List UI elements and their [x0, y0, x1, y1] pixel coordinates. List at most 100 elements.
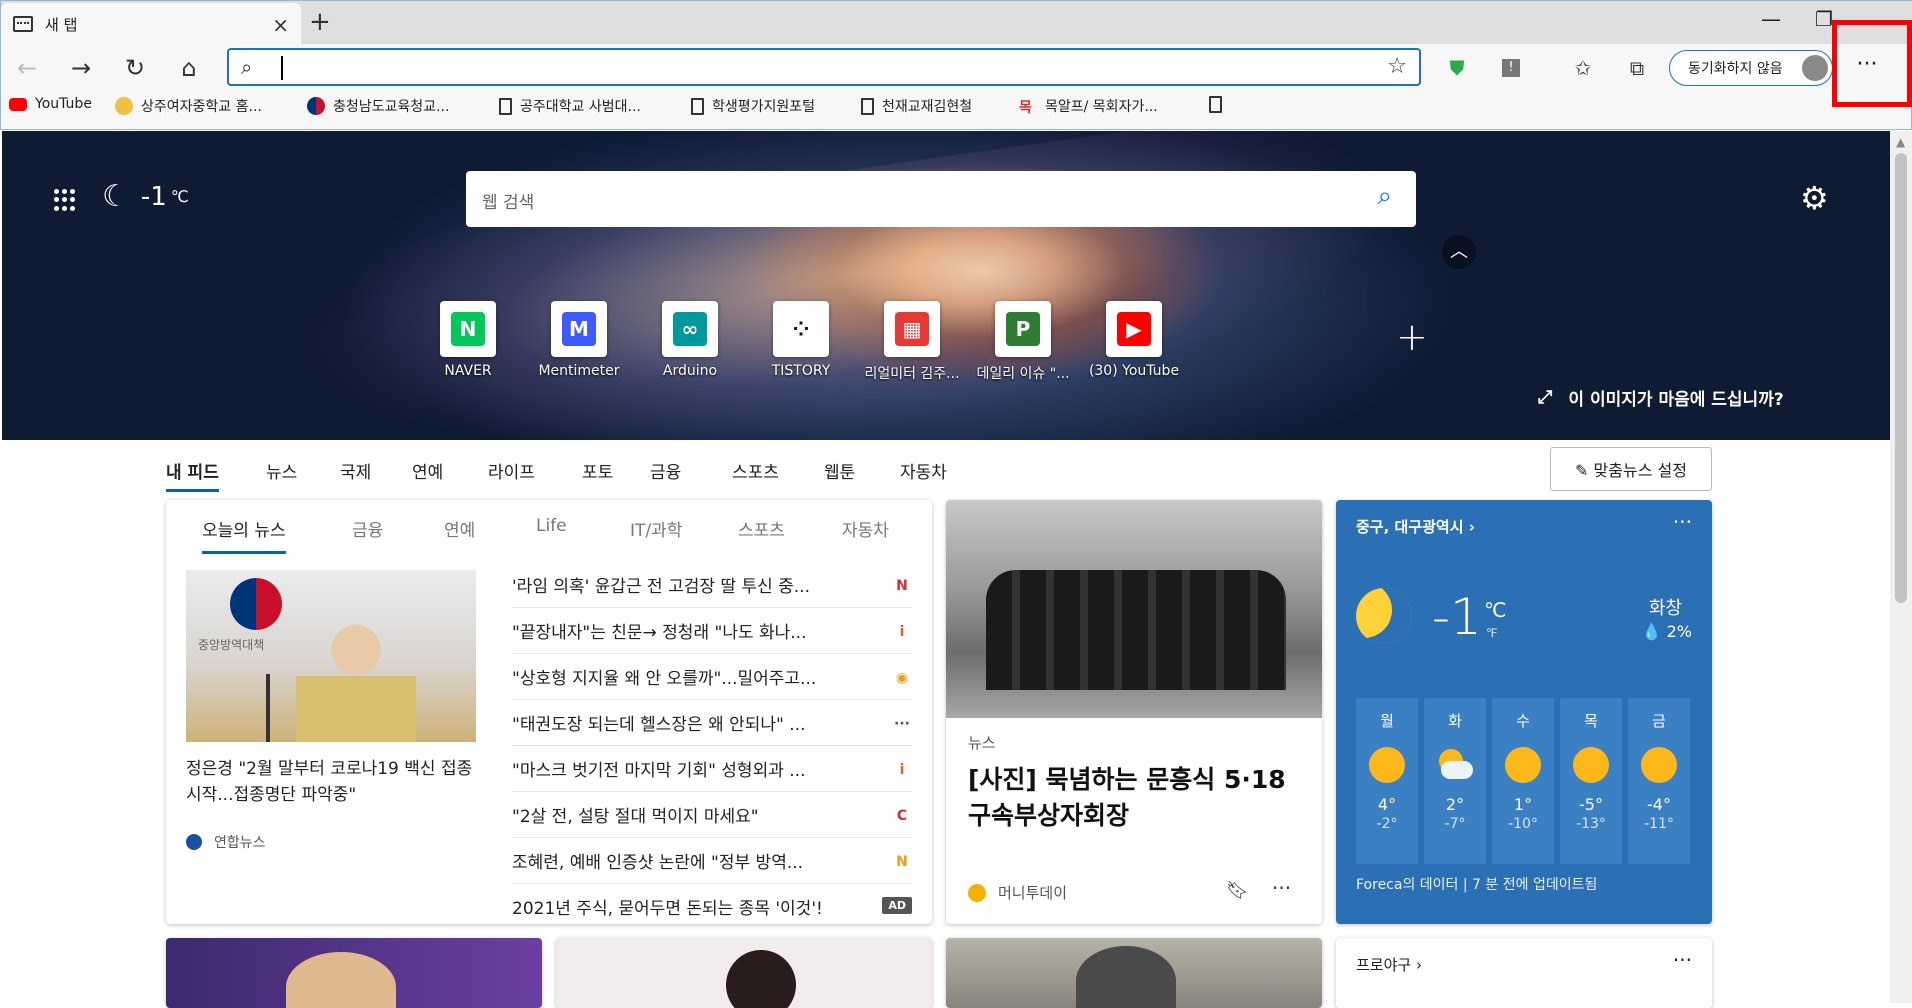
bookmark-item[interactable]: 공주대학교 사범대... — [499, 96, 641, 116]
feed-tab[interactable]: 금융 — [650, 458, 681, 483]
apps-grid-icon[interactable] — [54, 189, 76, 211]
home-button[interactable]: ⌂ — [171, 50, 207, 86]
shield-extension-icon[interactable]: ⛊ — [1441, 52, 1473, 84]
forward-button[interactable]: → — [63, 50, 99, 86]
gear-icon[interactable]: ⚙ — [1800, 179, 1829, 217]
bookmark-item[interactable]: 천재교재김현철 — [861, 96, 972, 116]
quick-link-tile[interactable]: ▶ (30) YouTube — [1079, 301, 1189, 379]
featured-news-title[interactable]: 정은경 "2월 말부터 코로나19 백신 접종 시작...접종명단 파악중" — [186, 756, 476, 808]
headline-item[interactable]: "마스크 벗기전 마지막 기회" 성형외과 ... i — [512, 746, 912, 792]
news-category-tab[interactable]: 연예 — [444, 516, 475, 541]
favorites-icon[interactable]: ✩ — [1567, 52, 1599, 84]
scroll-up-icon[interactable]: ▲ — [1896, 135, 1905, 149]
news-category-tab[interactable]: 금융 — [352, 516, 383, 541]
forecast-day[interactable]: 화 2° -7° — [1424, 698, 1486, 864]
headline-item[interactable]: 2021년 주식, 묻어두면 돈되는 종목 '이것'! AD — [512, 884, 912, 924]
headline-item[interactable]: "상호형 지지율 왜 안 오를까"...밀어주고... ◉ — [512, 654, 912, 700]
close-tab-icon[interactable]: × — [272, 13, 289, 37]
favorite-star-icon[interactable]: ☆ — [1387, 54, 1407, 79]
weather-location[interactable]: 중구, 대구광역시 › — [1356, 516, 1475, 537]
bookmark-icon[interactable]: 🔖︎ — [1226, 880, 1249, 901]
feed-tab[interactable]: 라이프 — [488, 458, 535, 483]
restore-button[interactable]: ❐ — [1815, 7, 1833, 31]
feed-tab[interactable]: 포토 — [582, 458, 613, 483]
tile-glyph: ▶ — [1117, 312, 1151, 346]
feed-tab[interactable]: 자동차 — [900, 458, 947, 483]
bottom-card-1[interactable] — [166, 938, 542, 1008]
forecast-day[interactable]: 월 4° -2° — [1356, 698, 1418, 864]
tab-title: 새 탭 — [45, 15, 78, 34]
new-tab-page-icon — [13, 16, 33, 32]
collections-icon[interactable]: ⧉ — [1621, 52, 1653, 84]
search-icon[interactable]: ⌕ — [1377, 181, 1392, 212]
feed-tab[interactable]: 스포츠 — [732, 458, 779, 483]
tab-new-tab[interactable]: 새 탭 × — [1, 3, 301, 45]
feed-tab[interactable]: 연예 — [412, 458, 443, 483]
headline-item[interactable]: "2살 전, 설탕 절대 먹이지 마세요" C — [512, 792, 912, 838]
weather-footer[interactable]: Foreca의 데이터 | 7 분 전에 업데이트됨 — [1356, 874, 1597, 894]
chevron-up-icon[interactable]: ︿ — [1442, 235, 1476, 269]
news-category-tab[interactable]: Life — [536, 516, 567, 536]
scrollbar[interactable]: ▲ — [1890, 131, 1912, 1003]
headline-item[interactable]: 조혜련, 예배 인증샷 논란에 "정부 방역... N — [512, 838, 912, 884]
baseball-more-button[interactable]: ··· — [1673, 948, 1692, 972]
new-tab-button[interactable]: + — [309, 7, 331, 37]
quick-link-tile[interactable]: M Mentimeter — [524, 301, 634, 379]
bottom-card-2[interactable] — [556, 938, 932, 1008]
photo-news-image[interactable] — [946, 500, 1322, 718]
weather-more-button[interactable]: ··· — [1673, 510, 1692, 534]
weather-unit-f[interactable]: ℉ — [1486, 626, 1497, 640]
back-button[interactable]: ← — [9, 50, 45, 86]
headline-item[interactable]: "끝장내자"는 친문→ 정청래 "나도 화나... i — [512, 608, 912, 654]
feed-tab[interactable]: 내 피드 — [166, 458, 219, 492]
tistory-icon: ⁘ — [773, 301, 829, 357]
hero-temperature: -1 — [140, 181, 167, 212]
photo-news-title[interactable]: [사진] 묵념하는 문흥식 5·18구속부상자회장 — [968, 762, 1308, 834]
add-quick-link-button[interactable]: + — [1396, 315, 1428, 359]
bookmark-item[interactable]: 학생평가지원포털 — [691, 96, 815, 116]
bookmark-item[interactable] — [1209, 96, 1230, 113]
forecast-day[interactable]: 수 1° -10° — [1492, 698, 1554, 864]
minimize-button[interactable]: — — [1761, 7, 1781, 31]
quick-link-tile[interactable]: ∞ Arduino — [635, 301, 745, 379]
bookmark-item[interactable]: 상주여자중학교 홈... — [115, 96, 262, 116]
tile-glyph: N — [451, 312, 485, 346]
baseball-title[interactable]: 프로야구 › — [1356, 954, 1422, 975]
web-search-box[interactable]: 웹 검색 ⌕ — [466, 171, 1416, 227]
quick-link-tile[interactable]: ▦ 리얼미터 김주... — [857, 301, 967, 383]
weather-temperature: -1 — [1432, 588, 1482, 646]
news-category-tab[interactable]: 오늘의 뉴스 — [202, 516, 286, 554]
refresh-button[interactable]: ↻ — [117, 50, 153, 86]
forecast-day[interactable]: 금 -4° -11° — [1628, 698, 1690, 864]
quick-link-tile[interactable]: P 데일리 이슈 "... — [968, 301, 1078, 383]
forecast-day[interactable]: 목 -5° -13° — [1560, 698, 1622, 864]
hero-weather[interactable]: ☾ -1 ℃ — [102, 179, 189, 214]
tile-glyph: ⁘ — [792, 317, 810, 341]
feed-tab[interactable]: 웹툰 — [824, 458, 855, 483]
people-figures — [986, 570, 1286, 690]
feed-tab[interactable]: 국제 — [340, 458, 371, 483]
headline-item[interactable]: '라임 의혹' 윤갑근 전 고검장 딸 투신 중... N — [512, 562, 912, 608]
news-category-tab[interactable]: IT/과학 — [630, 516, 682, 541]
address-bar[interactable]: ⌕ ☆ — [227, 48, 1421, 86]
more-options-button[interactable]: ··· — [1272, 876, 1291, 900]
bookmark-item[interactable]: 목 목알프/ 목회자가... — [1019, 96, 1158, 116]
forecast-low: -7° — [1444, 816, 1466, 832]
hero-temp-unit: ℃ — [170, 187, 189, 206]
news-category-tab[interactable]: 자동차 — [842, 516, 889, 541]
news-category-tab[interactable]: 스포츠 — [738, 516, 785, 541]
sync-profile-button[interactable]: 동기화하지 않음 — [1669, 50, 1833, 86]
custom-news-settings-button[interactable]: ✎ 맞춤뉴스 설정 — [1550, 447, 1712, 491]
extension-icon[interactable]: ! — [1495, 52, 1527, 84]
bottom-card-3[interactable] — [946, 938, 1322, 1008]
quick-link-tile[interactable]: N NAVER — [413, 301, 523, 379]
headline-item[interactable]: "태권도장 되는데 헬스장은 왜 안되나" ... ··· — [512, 700, 912, 746]
featured-news-image[interactable]: 중앙방역대책 — [186, 570, 476, 742]
quick-link-tile[interactable]: ⁘ TISTORY — [746, 301, 856, 379]
like-image-link[interactable]: ⤢ 이 이미지가 마음에 드십니까? — [1538, 385, 1784, 410]
weather-unit-c[interactable]: ℃ — [1484, 598, 1506, 622]
scrollbar-thumb[interactable] — [1895, 153, 1907, 603]
bookmark-item[interactable]: 충청남도교육청교... — [307, 96, 449, 116]
bookmark-item[interactable]: YouTube — [9, 96, 92, 112]
feed-tab[interactable]: 뉴스 — [266, 458, 297, 483]
